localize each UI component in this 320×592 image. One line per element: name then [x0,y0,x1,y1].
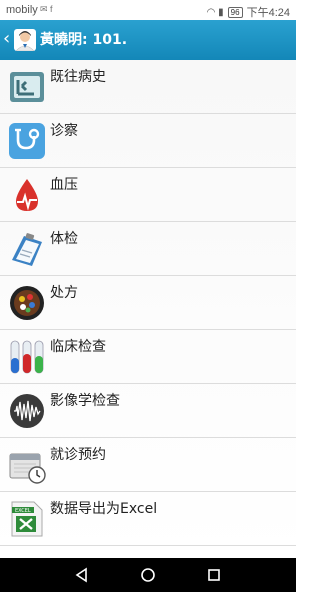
menu-item-physical-exam[interactable]: 体检 [0,222,296,276]
menu-item-label: 影像学检查 [50,393,120,409]
menu-item-label: 血压 [50,177,78,193]
stethoscope-icon [8,122,46,160]
carrier-label: mobily [6,4,38,16]
menu-item-label: 既往病史 [50,69,106,85]
wifi-icon: ◠ ▮ [206,6,224,18]
blood-pressure-icon [8,176,46,214]
excel-icon: EXCEL [8,500,46,538]
action-bar: ‹ 黃曉明: 101. [0,20,296,60]
menu-item-appointment[interactable]: 就诊预约 [0,438,296,492]
menu-item-medical-history[interactable]: 既往病史 [0,60,296,114]
system-nav-bar [0,558,296,592]
status-bar: mobily ✉ f ◠ ▮ 96 下午4:24 [0,0,296,20]
back-nav-icon[interactable] [74,567,90,583]
menu-item-imaging[interactable]: 影像学检查 [0,384,296,438]
recents-nav-icon[interactable] [206,567,222,583]
menu-item-examination[interactable]: 诊察 [0,114,296,168]
test-tubes-icon [8,338,46,376]
menu-item-export-excel[interactable]: EXCEL 数据导出为Excel [0,492,296,546]
pills-icon [8,284,46,322]
battery-icon: 96 [227,6,243,18]
menu-list: 既往病史 诊察 血压 体检 处方 临床检查 影像学检查 就诊预约 EXCEL 数… [0,60,296,558]
menu-item-label: 就诊预约 [50,447,106,463]
calendar-clock-icon [8,446,46,484]
menu-item-label: 体检 [50,231,78,247]
menu-item-clinical-tests[interactable]: 临床检查 [0,330,296,384]
menu-item-label: 数据导出为Excel [50,501,158,517]
status-right: ◠ ▮ 96 下午4:24 [207,4,290,20]
notification-icons: ✉ f [40,4,53,14]
menu-item-blood-pressure[interactable]: 血压 [0,168,296,222]
chevron-left-icon[interactable]: ‹ [3,29,10,49]
svg-text:EXCEL: EXCEL [15,508,31,514]
page-title: 黃曉明: 101. [40,32,128,48]
menu-item-label: 处方 [50,285,78,301]
menu-item-label: 临床检查 [50,339,106,355]
doctor-avatar-icon [14,29,36,51]
menu-item-label: 诊察 [50,123,78,139]
home-nav-icon[interactable] [140,567,156,583]
clock: 下午4:24 [246,7,290,19]
waveform-icon [8,392,46,430]
menu-item-prescription[interactable]: 处方 [0,276,296,330]
clipboard-icon [8,230,46,268]
medical-history-icon [8,68,46,106]
